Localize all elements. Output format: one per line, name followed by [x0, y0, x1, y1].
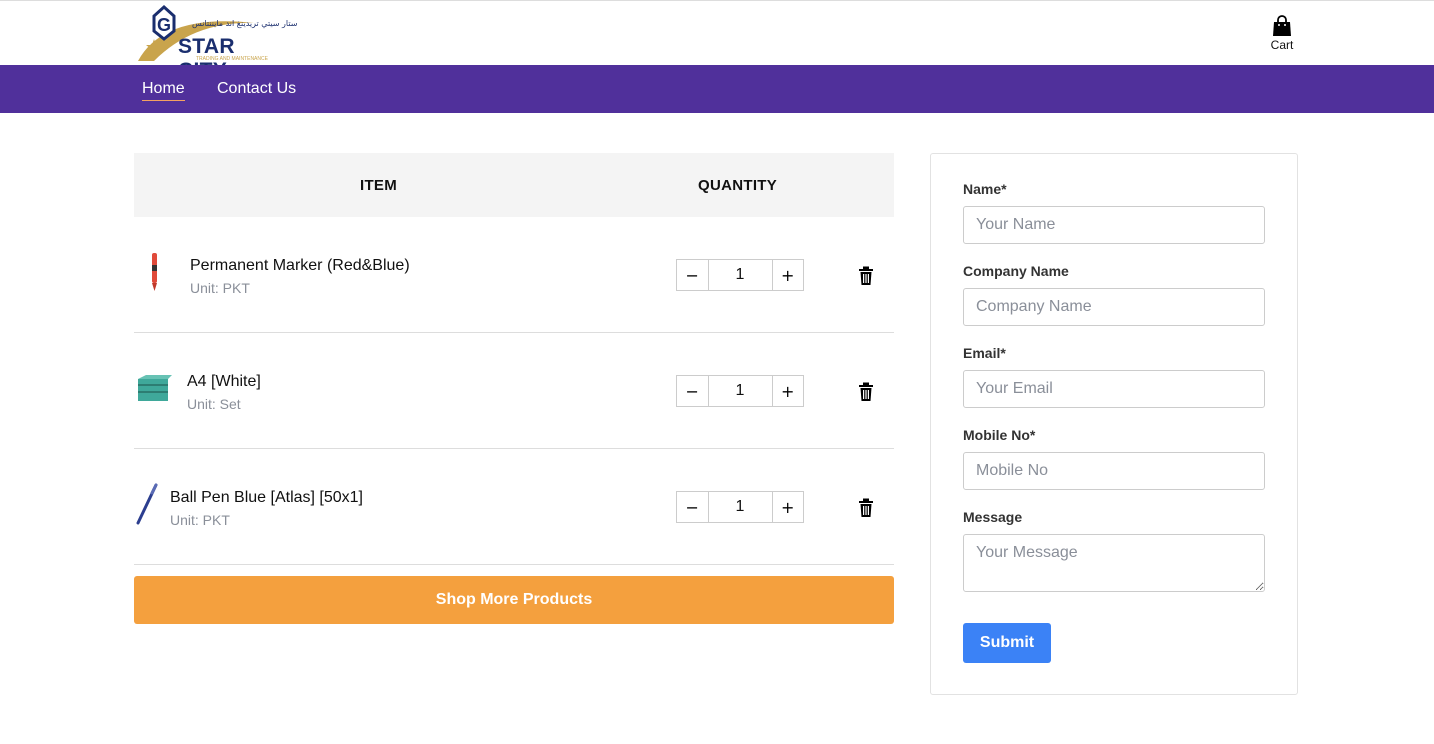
- svg-text:G: G: [157, 15, 171, 35]
- logo-tagline: TRADING AND MAINTENANCE: [196, 56, 268, 62]
- quantity-stepper: − 1 +: [676, 375, 804, 407]
- enquiry-form: Name* Company Name Email* Mobile No* Mes…: [930, 153, 1298, 695]
- decrease-quantity-button[interactable]: −: [677, 260, 709, 290]
- site-header: G STAR CITY ستار سيتي تريدينغ اند مايننت…: [0, 0, 1434, 82]
- column-header-quantity: QUANTITY: [698, 177, 778, 194]
- logo-arabic-text: ستار سيتي تريدينغ اند مايننتانس: [192, 19, 298, 28]
- trash-icon[interactable]: [858, 498, 874, 518]
- star-city-logo[interactable]: G STAR CITY ستار سيتي تريدينغ اند مايننت…: [134, 3, 297, 82]
- cart-button[interactable]: Cart: [1266, 15, 1298, 52]
- decrease-quantity-button[interactable]: −: [677, 376, 709, 406]
- trash-icon[interactable]: [858, 382, 874, 402]
- nav-home-link[interactable]: Home: [142, 80, 185, 101]
- quantity-stepper: − 1 +: [676, 259, 804, 291]
- increase-quantity-button[interactable]: +: [771, 492, 804, 522]
- quantity-stepper: − 1 +: [676, 491, 804, 523]
- ball-pen-product-image: [136, 483, 158, 525]
- mobile-field[interactable]: [963, 452, 1265, 490]
- nav-contact-us-link[interactable]: Contact Us: [217, 80, 296, 98]
- item-unit: Unit: PKT: [190, 280, 250, 296]
- paper-ream-product-image: [138, 375, 172, 401]
- email-label: Email*: [963, 345, 1006, 361]
- item-name: Permanent Marker (Red&Blue): [190, 257, 410, 274]
- cart-row: Ball Pen Blue [Atlas] [50x1] Unit: PKT −…: [134, 449, 894, 565]
- quantity-value[interactable]: 1: [709, 492, 772, 522]
- cart-table: ITEM QUANTITY Permanent Marker (Red&Blue…: [134, 153, 894, 565]
- shopping-bag-icon: [1273, 15, 1291, 36]
- name-label: Name*: [963, 181, 1007, 197]
- mobile-label: Mobile No*: [963, 427, 1036, 443]
- cart-row: A4 [White] Unit: Set − 1 +: [134, 333, 894, 449]
- shop-more-products-button[interactable]: Shop More Products: [134, 576, 894, 624]
- marker-product-image: [152, 253, 157, 291]
- cart-table-header: ITEM QUANTITY: [134, 153, 894, 217]
- decrease-quantity-button[interactable]: −: [677, 492, 709, 522]
- email-field[interactable]: [963, 370, 1265, 408]
- cart-label: Cart: [1270, 38, 1294, 52]
- increase-quantity-button[interactable]: +: [771, 376, 804, 406]
- company-name-label: Company Name: [963, 263, 1069, 279]
- item-name: A4 [White]: [187, 373, 261, 390]
- column-header-item: ITEM: [360, 177, 398, 194]
- quantity-value[interactable]: 1: [709, 376, 772, 406]
- trash-icon[interactable]: [858, 266, 874, 286]
- message-field[interactable]: [963, 534, 1265, 592]
- main-nav: Home Contact Us: [0, 65, 1434, 113]
- quantity-value[interactable]: 1: [709, 260, 772, 290]
- submit-button[interactable]: Submit: [963, 623, 1051, 663]
- increase-quantity-button[interactable]: +: [771, 260, 804, 290]
- item-name: Ball Pen Blue [Atlas] [50x1]: [170, 489, 363, 506]
- company-name-field[interactable]: [963, 288, 1265, 326]
- message-label: Message: [963, 509, 1023, 525]
- cart-row: Permanent Marker (Red&Blue) Unit: PKT − …: [134, 217, 894, 333]
- item-unit: Unit: Set: [187, 396, 241, 412]
- item-unit: Unit: PKT: [170, 512, 230, 528]
- name-field[interactable]: [963, 206, 1265, 244]
